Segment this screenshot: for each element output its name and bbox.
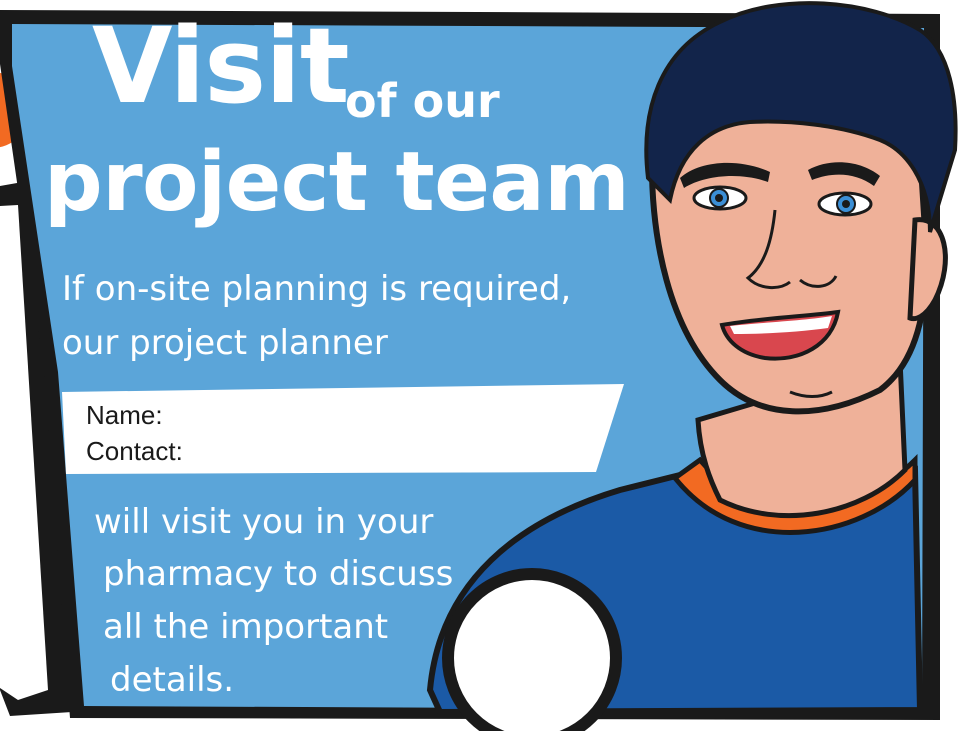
title-of-our: of our [345, 74, 500, 128]
title-project-team: project team [44, 135, 630, 230]
body-line-4: details. [110, 660, 235, 700]
body-line-3: all the important [103, 607, 389, 647]
intro-line-1: If on-site planning is required, [62, 269, 572, 309]
title-visit: Visit [92, 5, 350, 127]
intro-line-2: our project planner [62, 323, 388, 363]
blank-circle-badge-icon [442, 568, 622, 731]
name-label: Name: [86, 400, 163, 430]
poster: Visit of our project team If on-site pla… [0, 0, 977, 731]
contact-label: Contact: [86, 436, 183, 466]
body-line-1: will visit you in your [94, 502, 434, 542]
body-line-2: pharmacy to discuss [103, 554, 454, 594]
